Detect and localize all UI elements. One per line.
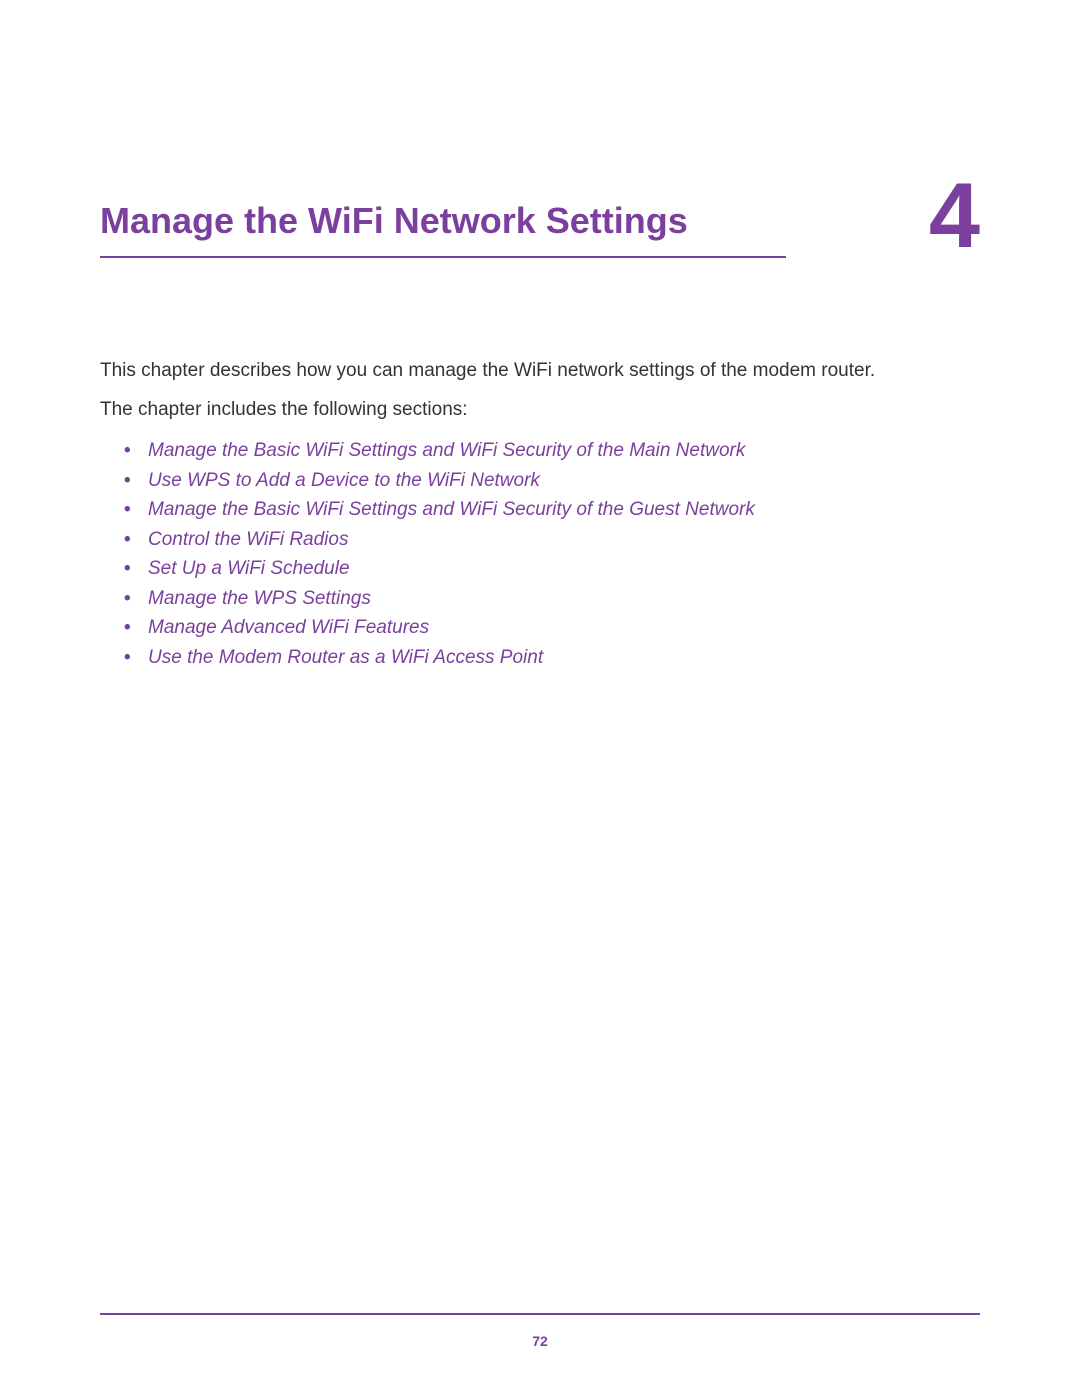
page-footer: 72: [100, 1313, 980, 1349]
chapter-number: 4: [929, 170, 980, 262]
sections-list: Manage the Basic WiFi Settings and WiFi …: [100, 437, 980, 671]
section-link[interactable]: Control the WiFi Radios: [148, 526, 980, 554]
sections-intro: The chapter includes the following secti…: [100, 397, 980, 424]
section-link[interactable]: Manage the WPS Settings: [148, 585, 980, 613]
section-link[interactable]: Manage Advanced WiFi Features: [148, 614, 980, 642]
section-link[interactable]: Use the Modem Router as a WiFi Access Po…: [148, 644, 980, 672]
chapter-header: Manage the WiFi Network Settings 4: [100, 200, 980, 258]
page-container: Manage the WiFi Network Settings 4 This …: [0, 0, 1080, 1397]
page-number: 72: [100, 1333, 980, 1349]
footer-divider: [100, 1313, 980, 1315]
chapter-title: Manage the WiFi Network Settings: [100, 200, 786, 258]
section-link[interactable]: Manage the Basic WiFi Settings and WiFi …: [148, 496, 980, 524]
section-link[interactable]: Use WPS to Add a Device to the WiFi Netw…: [148, 467, 980, 495]
section-link[interactable]: Manage the Basic WiFi Settings and WiFi …: [148, 437, 980, 465]
intro-paragraph: This chapter describes how you can manag…: [100, 358, 980, 385]
section-link[interactable]: Set Up a WiFi Schedule: [148, 555, 980, 583]
